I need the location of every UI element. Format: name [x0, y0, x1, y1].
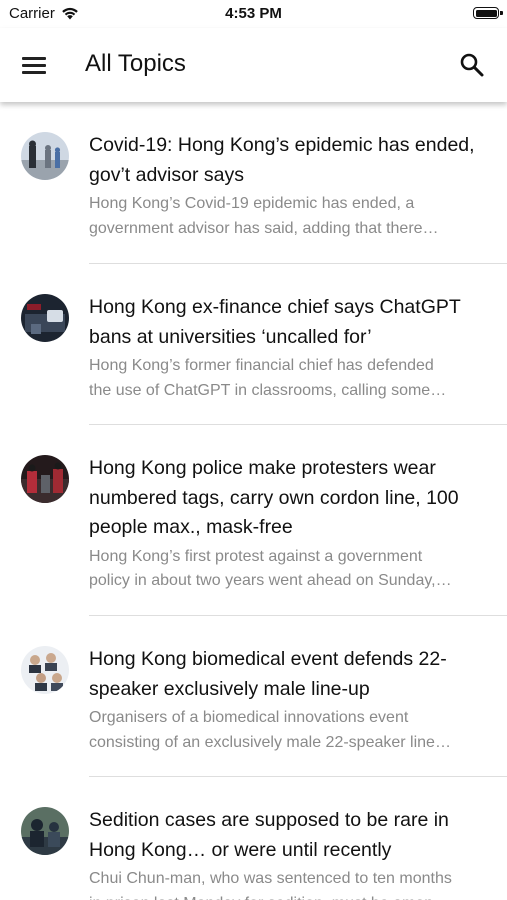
list-item[interactable]: Hong Kong police make protesters wear nu…: [0, 425, 507, 616]
article-list: Covid-19: Hong Kong’s epidemic has ended…: [0, 102, 507, 900]
headline-line: numbered tags, carry own cordon line, 10…: [89, 486, 459, 509]
summary-line: consisting of an exclusively male 22-spe…: [89, 733, 451, 751]
summary-line: Hong Kong’s Covid-19 epidemic has ended,…: [89, 195, 415, 212]
summary-line: Hong Kong’s former financial chief has d…: [89, 357, 434, 374]
article-headline: Sedition cases are supposed to be rare i…: [89, 806, 489, 865]
headline-line: Hong Kong biomedical event defends 22-: [89, 648, 447, 670]
battery-icon: [473, 7, 503, 19]
summary-line: Organisers of a biomedical innovations e…: [89, 709, 409, 726]
article-thumbnail: [21, 646, 69, 694]
summary-line: Hong Kong’s first protest against a gove…: [89, 547, 423, 565]
hamburger-menu-icon[interactable]: [22, 54, 48, 76]
headline-line: bans at universities ‘uncalled for’: [89, 325, 372, 348]
article-thumbnail: [21, 807, 69, 855]
article-headline: Hong Kong ex-finance chief says ChatGPT …: [89, 293, 489, 352]
headline-line: gov’t advisor says: [89, 163, 244, 186]
headline-line: Covid-19: Hong Kong’s epidemic has ended…: [89, 134, 475, 156]
headline-line: people max., mask-free: [89, 516, 293, 538]
list-item[interactable]: Covid-19: Hong Kong’s epidemic has ended…: [0, 102, 507, 264]
list-item[interactable]: Sedition cases are supposed to be rare i…: [0, 777, 507, 900]
article-summary: Hong Kong’s Covid-19 epidemic has ended,…: [89, 192, 489, 241]
list-item[interactable]: Hong Kong ex-finance chief says ChatGPT …: [0, 264, 507, 425]
headline-line: Hong Kong… or were until recently: [89, 838, 392, 861]
summary-line: Chui Chun-man, who was sentenced to ten …: [89, 870, 452, 887]
headline-line: Hong Kong ex-finance chief says ChatGPT: [89, 296, 461, 318]
article-thumbnail: [21, 132, 69, 180]
article-summary: Chui Chun-man, who was sentenced to ten …: [89, 867, 489, 900]
article-headline: Hong Kong police make protesters wear nu…: [89, 454, 489, 543]
page-title: All Topics: [85, 50, 186, 77]
headline-line: speaker exclusively male line-up: [89, 677, 370, 700]
app-bar: All Topics: [0, 28, 507, 102]
article-summary: Hong Kong’s former financial chief has d…: [89, 354, 489, 403]
article-headline: Hong Kong biomedical event defends 22- s…: [89, 645, 489, 704]
headline-line: Sedition cases are supposed to be rare i…: [89, 809, 449, 831]
article-summary: Hong Kong’s first protest against a gove…: [89, 545, 489, 594]
article-thumbnail: [21, 455, 69, 503]
summary-line: the use of ChatGPT in classrooms, callin…: [89, 381, 447, 399]
article-thumbnail: [21, 294, 69, 342]
summary-line: policy in about two years went ahead on …: [89, 572, 452, 589]
article-summary: Organisers of a biomedical innovations e…: [89, 706, 489, 755]
headline-line: Hong Kong police make protesters wear: [89, 457, 436, 479]
list-item[interactable]: Hong Kong biomedical event defends 22- s…: [0, 616, 507, 777]
search-icon[interactable]: [459, 52, 485, 78]
article-headline: Covid-19: Hong Kong’s epidemic has ended…: [89, 131, 489, 190]
summary-line: in prison last Monday for sedition, must…: [89, 892, 489, 900]
status-time: 4:53 PM: [225, 5, 282, 22]
status-bar: Carrier 4:53 PM: [0, 0, 507, 28]
summary-line: government advisor has said, adding that…: [89, 219, 439, 237]
